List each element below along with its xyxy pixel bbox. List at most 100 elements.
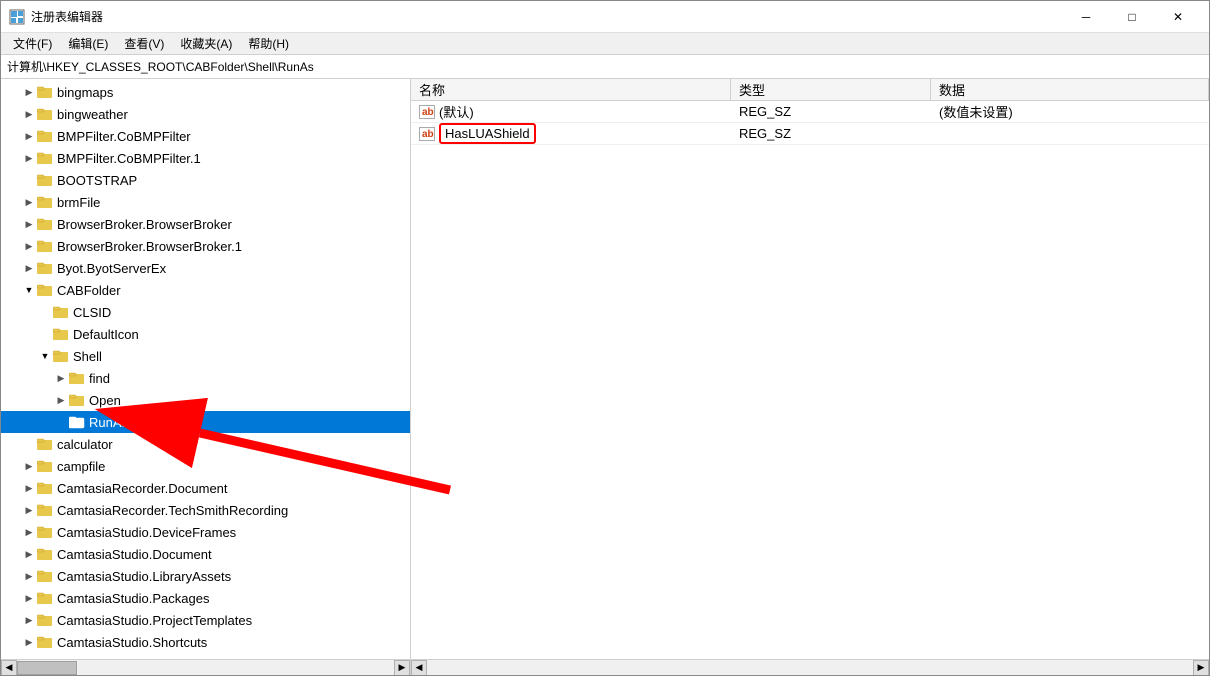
folder-icon-browserbroker2 [37,239,53,253]
left-scroll-track[interactable] [17,660,394,676]
title-bar: 注册表编辑器 ─ □ ✕ [1,1,1209,33]
label-camtasia1: CamtasiaRecorder.Document [57,481,228,496]
folder-icon-browserbroker1 [37,217,53,231]
label-bmpfilter1: BMPFilter.CoBMPFilter [57,129,191,144]
tree-item-bingmaps[interactable]: ▶ bingmaps [1,81,410,103]
toggle-bingmaps: ▶ [21,84,37,100]
label-browserbroker2: BrowserBroker.BrowserBroker.1 [57,239,242,254]
col-header-data: 数据 [931,79,1209,100]
menu-view[interactable]: 查看(V) [116,33,172,54]
tree-item-calculator[interactable]: ▶ calculator [1,433,410,455]
left-scroll-thumb[interactable] [17,661,77,675]
tree-item-camtasia4[interactable]: ▶ CamtasiaStudio.Document [1,543,410,565]
folder-icon-brmfile [37,195,53,209]
tree-item-defaulticon[interactable]: ▶ DefaultIcon [1,323,410,345]
toggle-camtasia4: ▶ [21,546,37,562]
tree-item-open[interactable]: ▶ Open [1,389,410,411]
toggle-open: ▶ [53,392,69,408]
folder-icon-cabfolder [37,283,53,297]
toggle-camtasia8: ▶ [21,634,37,650]
left-scroll-left[interactable]: ◀ [1,660,17,676]
menu-help[interactable]: 帮助(H) [240,33,297,54]
toggle-camtasia1: ▶ [21,480,37,496]
window-controls: ─ □ ✕ [1063,1,1201,33]
right-pane-content[interactable]: ab (默认) REG_SZ (数值未设置) ab HasLUAShield R… [411,101,1209,659]
folder-icon-camtasia5 [37,569,53,583]
label-runas: RunAs [89,415,128,430]
tree-item-camtasia2[interactable]: ▶ CamtasiaRecorder.TechSmithRecording [1,499,410,521]
right-pane-hscroll[interactable]: ◀ ▶ [411,659,1209,675]
tree-item-shell[interactable]: ▼ Shell [1,345,410,367]
tree-item-bootstrap[interactable]: ▶ BOOTSTRAP [1,169,410,191]
folder-icon-clsid [53,305,69,319]
folder-icon-camtasia4 [37,547,53,561]
toggle-shell: ▼ [37,348,53,364]
menu-bar: 文件(F) 编辑(E) 查看(V) 收藏夹(A) 帮助(H) [1,33,1209,55]
left-scroll-right[interactable]: ▶ [394,660,410,676]
tree-item-cabfolder[interactable]: ▼ CABFolder [1,279,410,301]
label-camtasia7: CamtasiaStudio.ProjectTemplates [57,613,252,628]
label-camtasia2: CamtasiaRecorder.TechSmithRecording [57,503,288,518]
tree-item-runas[interactable]: ▶ RunAs [1,411,410,433]
label-shell: Shell [73,349,102,364]
tree-item-browserbroker1[interactable]: ▶ BrowserBroker.BrowserBroker [1,213,410,235]
registry-tree: ▶ bingmaps ▶ bingweather [1,79,410,655]
label-camtasia3: CamtasiaStudio.DeviceFrames [57,525,236,540]
toggle-camtasia5: ▶ [21,568,37,584]
tree-item-bingweather[interactable]: ▶ bingweather [1,103,410,125]
tree-item-camtasia6[interactable]: ▶ CamtasiaStudio.Packages [1,587,410,609]
folder-icon-byot [37,261,53,275]
label-browserbroker1: BrowserBroker.BrowserBroker [57,217,232,232]
registry-row-haslua[interactable]: ab HasLUAShield REG_SZ [411,123,1209,145]
toggle-browserbroker1: ▶ [21,216,37,232]
label-camtasia6: CamtasiaStudio.Packages [57,591,209,606]
left-pane-hscroll[interactable]: ◀ ▶ [1,659,410,675]
tree-item-bmpfilter1[interactable]: ▶ BMPFilter.CoBMPFilter [1,125,410,147]
label-find: find [89,371,110,386]
toggle-camtasia6: ▶ [21,590,37,606]
folder-icon-defaulticon [53,327,69,341]
toggle-bmpfilter2: ▶ [21,150,37,166]
toggle-brmfile: ▶ [21,194,37,210]
registry-row-default[interactable]: ab (默认) REG_SZ (数值未设置) [411,101,1209,123]
main-content: ▶ bingmaps ▶ bingweather [1,79,1209,675]
label-brmfile: brmFile [57,195,100,210]
tree-item-bmpfilter2[interactable]: ▶ BMPFilter.CoBMPFilter.1 [1,147,410,169]
window-title: 注册表编辑器 [31,8,1063,25]
minimize-button[interactable]: ─ [1063,1,1109,33]
folder-icon-shell [53,349,69,363]
right-pane-header: 名称 类型 数据 [411,79,1209,101]
folder-icon-open [69,393,85,407]
close-button[interactable]: ✕ [1155,1,1201,33]
tree-item-brmfile[interactable]: ▶ brmFile [1,191,410,213]
tree-item-camtasia1[interactable]: ▶ CamtasiaRecorder.Document [1,477,410,499]
menu-favorites[interactable]: 收藏夹(A) [172,33,240,54]
tree-item-find[interactable]: ▶ find [1,367,410,389]
tree-item-campfile[interactable]: ▶ campfile [1,455,410,477]
tree-item-byot[interactable]: ▶ Byot.ByotServerEx [1,257,410,279]
folder-icon-camtasia6 [37,591,53,605]
folder-icon-campfile [37,459,53,473]
tree-item-camtasia8[interactable]: ▶ CamtasiaStudio.Shortcuts [1,631,410,653]
tree-item-browserbroker2[interactable]: ▶ BrowserBroker.BrowserBroker.1 [1,235,410,257]
tree-item-camtasia7[interactable]: ▶ CamtasiaStudio.ProjectTemplates [1,609,410,631]
right-scroll-left[interactable]: ◀ [411,660,427,676]
tree-item-clsid[interactable]: ▶ CLSID [1,301,410,323]
menu-edit[interactable]: 编辑(E) [60,33,116,54]
right-scroll-track[interactable] [427,660,1193,676]
maximize-button[interactable]: □ [1109,1,1155,33]
right-scroll-right[interactable]: ▶ [1193,660,1209,676]
toggle-camtasia7: ▶ [21,612,37,628]
breadcrumb: 计算机\HKEY_CLASSES_ROOT\CABFolder\Shell\Ru… [1,55,1209,79]
tree-item-camtasia5[interactable]: ▶ CamtasiaStudio.LibraryAssets [1,565,410,587]
folder-icon-calculator [37,437,53,451]
toggle-camtasia3: ▶ [21,524,37,540]
tree-item-camtasia3[interactable]: ▶ CamtasiaStudio.DeviceFrames [1,521,410,543]
label-camtasia8: CamtasiaStudio.Shortcuts [57,635,207,650]
tree-scroll[interactable]: ▶ bingmaps ▶ bingweather [1,79,410,659]
menu-file[interactable]: 文件(F) [5,33,60,54]
folder-icon-camtasia1 [37,481,53,495]
toggle-cabfolder: ▼ [21,282,37,298]
folder-icon-bmpfilter1 [37,129,53,143]
folder-icon-find [69,371,85,385]
